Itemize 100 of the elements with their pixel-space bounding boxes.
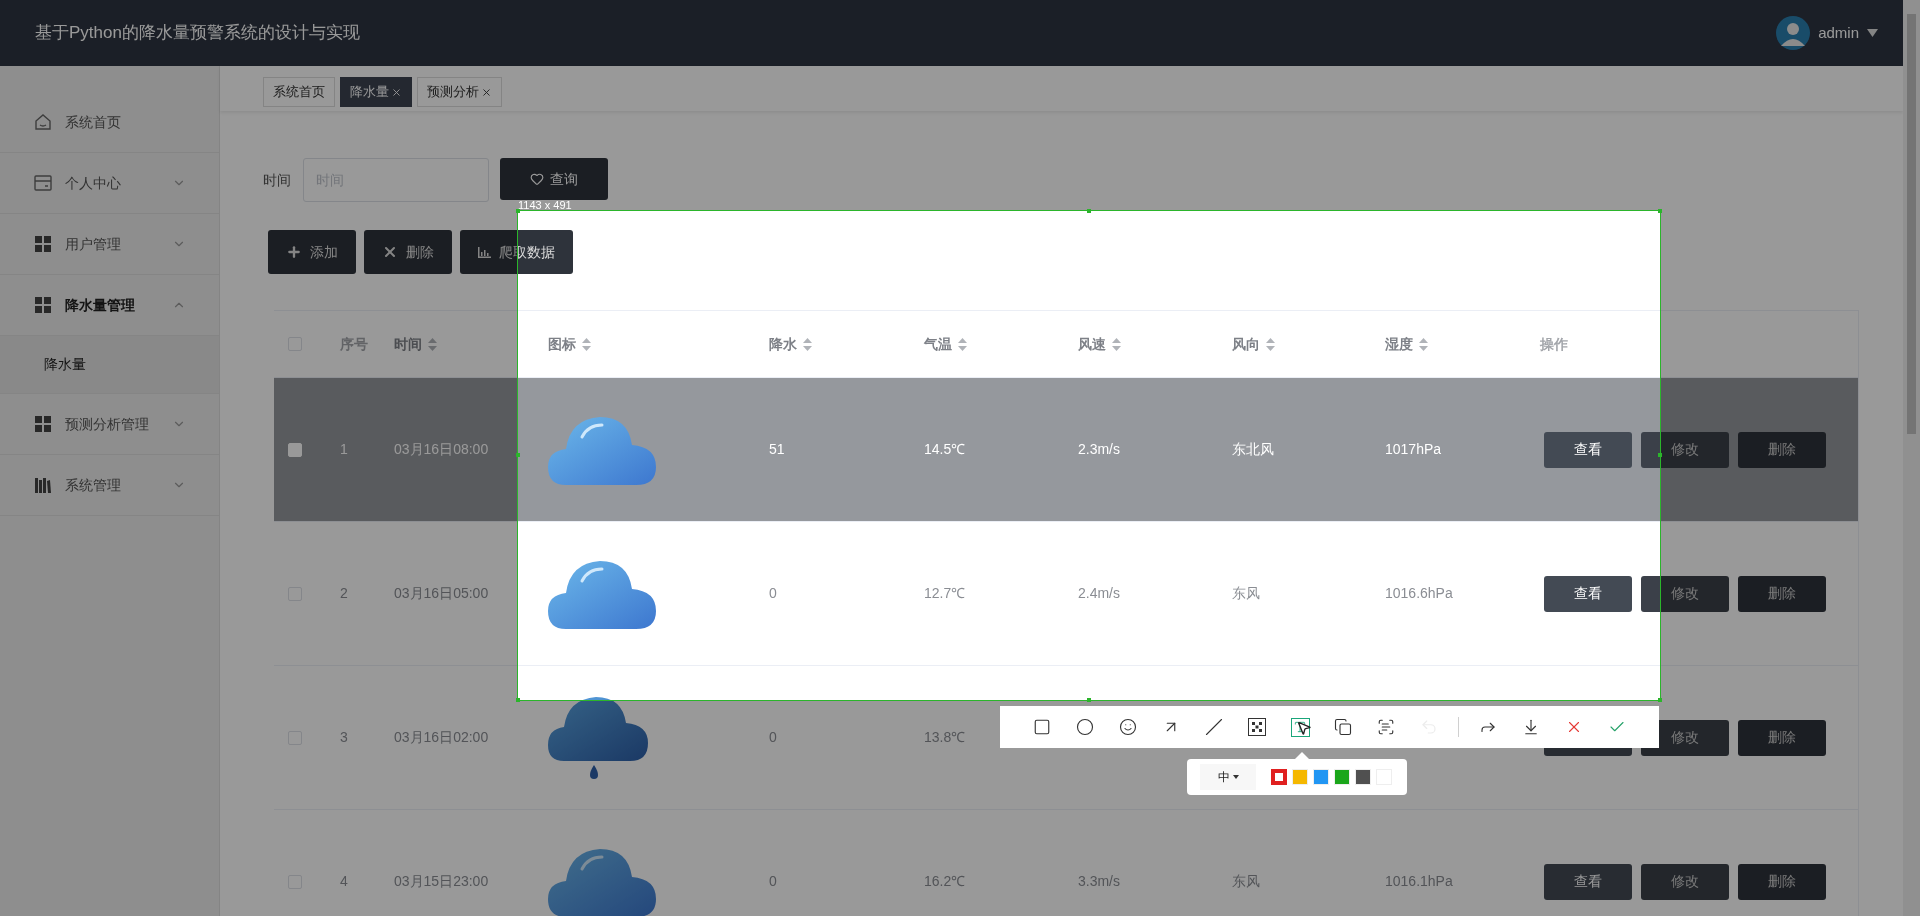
column-header[interactable]: 时间 <box>394 333 422 355</box>
table-cell: 1 <box>340 441 348 457</box>
table-cell: 03月16日05:00 <box>394 585 489 601</box>
sidebar-label: 预测分析管理 <box>65 414 150 434</box>
cloud-icon <box>548 414 656 485</box>
sidebar-item[interactable]: 系统首页 <box>0 92 219 153</box>
toolbar-button[interactable]: 添加 <box>268 230 356 274</box>
size-dropdown[interactable]: 中 <box>1200 764 1256 790</box>
edit-button[interactable]: 修改 <box>1641 575 1729 612</box>
delete-button[interactable]: 删除 <box>1738 863 1826 900</box>
sort-icon[interactable] <box>582 337 591 351</box>
table-cell: 2.3m/s <box>1078 441 1120 457</box>
search-button[interactable]: 查询 <box>500 158 608 200</box>
sort-icon[interactable] <box>958 337 967 351</box>
search-label: 时间 <box>263 170 291 190</box>
heart-icon <box>530 172 544 186</box>
color-swatch[interactable] <box>1271 769 1287 785</box>
rain-cloud-icon <box>548 696 648 779</box>
table-cell: 0 <box>769 585 777 601</box>
sort-icon[interactable] <box>428 337 437 351</box>
color-swatch[interactable] <box>1292 769 1308 785</box>
sort-icon[interactable] <box>1419 337 1428 351</box>
edit-button[interactable]: 修改 <box>1641 863 1729 900</box>
grid-icon <box>35 297 51 313</box>
column-header[interactable]: 风向 <box>1232 333 1260 355</box>
sidebar-label: 降水量管理 <box>65 295 136 315</box>
cursor-icon <box>1296 720 1312 736</box>
color-swatch[interactable] <box>1355 769 1371 785</box>
sidebar-item[interactable]: 预测分析管理 <box>0 394 219 455</box>
resize-handle[interactable] <box>516 209 520 213</box>
table-cell: 2 <box>340 585 348 601</box>
view-button[interactable]: 查看 <box>1544 863 1632 900</box>
sidebar-label: 系统管理 <box>65 475 122 495</box>
table-cell: 1016.1hPa <box>1385 873 1453 889</box>
resize-handle[interactable] <box>1087 209 1091 213</box>
sidebar-item[interactable]: 系统管理 <box>0 455 219 516</box>
close-icon[interactable] <box>481 86 492 98</box>
toolbar-button[interactable]: 删除 <box>364 230 452 274</box>
sort-icon[interactable] <box>1266 337 1275 351</box>
resize-handle[interactable] <box>516 698 520 702</box>
grid-icon <box>35 416 51 432</box>
table-cell: 东风 <box>1232 873 1260 889</box>
delete-button[interactable]: 删除 <box>1738 431 1826 468</box>
table-cell: 2.4m/s <box>1078 585 1120 601</box>
color-swatch[interactable] <box>1313 769 1329 785</box>
plus-icon <box>286 244 302 260</box>
user-name[interactable]: admin <box>1818 21 1859 45</box>
selection-size: 1143 x 491 <box>518 201 572 210</box>
delete-button[interactable]: 删除 <box>1738 575 1826 612</box>
delete-button[interactable]: 删除 <box>1738 719 1826 756</box>
bar-chart-icon <box>478 246 491 258</box>
table-cell: 3.3m/s <box>1078 873 1120 889</box>
column-header[interactable]: 图标 <box>548 333 576 355</box>
tab[interactable]: 降水量 <box>340 77 412 107</box>
scrollbar[interactable] <box>1903 0 1920 916</box>
avatar[interactable] <box>1776 16 1811 50</box>
sidebar-item[interactable]: 个人中心 <box>0 153 219 214</box>
sidebar-label: 用户管理 <box>65 234 122 254</box>
sidebar-label: 系统首页 <box>65 112 122 132</box>
resize-handle[interactable] <box>516 453 520 457</box>
caret-icon[interactable] <box>1867 29 1878 37</box>
books-icon <box>35 477 51 493</box>
home-icon <box>34 113 52 131</box>
resize-handle[interactable] <box>1087 698 1091 702</box>
tab[interactable]: 系统首页 <box>263 77 335 107</box>
sidebar-label: 个人中心 <box>65 173 122 193</box>
sort-icon[interactable] <box>1112 337 1121 351</box>
tab[interactable]: 预测分析 <box>417 77 502 107</box>
resize-handle[interactable] <box>1658 453 1662 457</box>
table-cell: 03月15日23:00 <box>394 873 489 889</box>
column-header[interactable]: 风速 <box>1078 333 1106 355</box>
view-button[interactable]: 查看 <box>1544 575 1632 612</box>
resize-handle[interactable] <box>1658 698 1662 702</box>
table-cell: 东风 <box>1232 585 1260 601</box>
close-icon[interactable] <box>391 86 402 98</box>
column-header[interactable]: 气温 <box>924 333 952 355</box>
resize-handle[interactable] <box>1658 209 1662 213</box>
caret-icon <box>1232 775 1239 779</box>
table-cell: 16.2℃ <box>924 873 966 889</box>
table-cell: 13.8℃ <box>924 729 966 745</box>
table-cell: 3 <box>340 729 348 745</box>
sidebar-item[interactable]: 用户管理 <box>0 214 219 275</box>
table-cell: 1016.6hPa <box>1385 585 1453 601</box>
card-icon <box>34 175 52 191</box>
sidebar-subitem[interactable]: 降水量 <box>0 336 219 394</box>
table-cell: 1017hPa <box>1385 441 1442 457</box>
view-button[interactable]: 查看 <box>1544 431 1632 468</box>
edit-button[interactable]: 修改 <box>1641 431 1729 468</box>
table-cell: 14.5℃ <box>924 441 966 457</box>
color-swatch[interactable] <box>1334 769 1350 785</box>
table-cell: 51 <box>769 441 785 457</box>
column-header: 操作 <box>1540 334 1568 354</box>
grid-icon <box>35 236 51 252</box>
table-cell: 东北风 <box>1232 441 1274 457</box>
sort-icon[interactable] <box>803 337 812 351</box>
cloud-icon <box>548 846 656 916</box>
table-cell: 03月16日02:00 <box>394 729 489 745</box>
column-header[interactable]: 降水 <box>769 333 797 355</box>
table-cell: 12.7℃ <box>924 585 966 601</box>
column-header[interactable]: 湿度 <box>1385 333 1413 355</box>
